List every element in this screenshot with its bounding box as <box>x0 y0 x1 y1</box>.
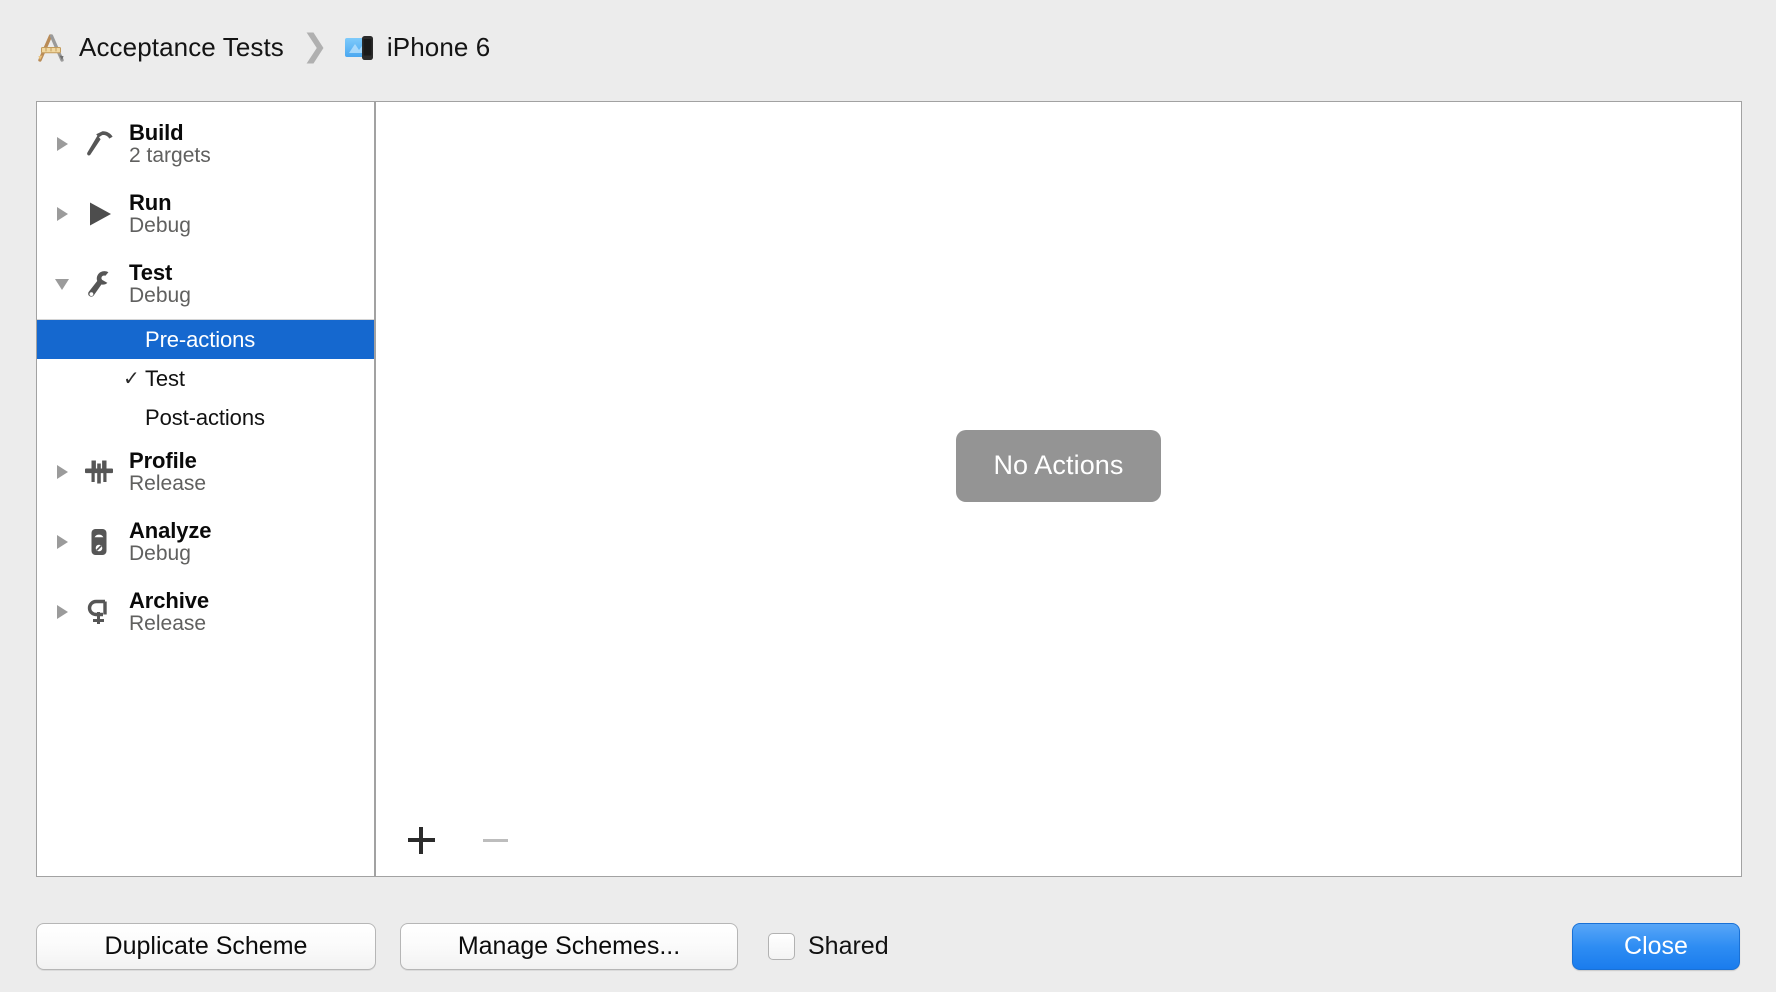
disclosure-triangle-run-icon[interactable] <box>51 207 73 221</box>
sidebar-group-test-title: Test <box>129 259 173 285</box>
sidebar-group-test[interactable]: Test Debug <box>37 249 374 319</box>
manage-schemes-button[interactable]: Manage Schemes... <box>400 922 738 970</box>
sidebar-group-profile-subtitle: Release <box>129 471 207 495</box>
breadcrumb-scheme[interactable]: Acceptance Tests <box>34 32 284 63</box>
shared-label: Shared <box>808 931 889 960</box>
caliper-icon <box>77 455 121 489</box>
scheme-icon <box>34 33 68 63</box>
shared-checkbox[interactable] <box>768 932 795 960</box>
sidebar-item-post-actions[interactable]: Post-actions <box>37 398 374 437</box>
sidebar-group-archive[interactable]: Archive Release <box>37 577 374 647</box>
plus-icon <box>407 826 435 854</box>
duplicate-scheme-button[interactable]: Duplicate Scheme <box>36 922 376 970</box>
clamp-icon <box>77 595 121 629</box>
actions-toolbar <box>376 804 1741 876</box>
disclosure-triangle-test-icon[interactable] <box>51 278 73 290</box>
minus-icon <box>482 838 508 842</box>
close-button[interactable]: Close <box>1572 922 1740 970</box>
sidebar-group-analyze-subtitle: Debug <box>129 541 191 565</box>
sidebar-group-build-title: Build <box>129 119 184 145</box>
sidebar-group-profile-text: Profile Release <box>129 447 207 495</box>
sidebar-group-run-title: Run <box>129 189 172 215</box>
actions-detail-pane: No Actions <box>376 102 1741 876</box>
sidebar-group-archive-text: Archive Release <box>129 587 210 635</box>
sidebar-group-build-subtitle: 2 targets <box>129 143 211 167</box>
sidebar-group-analyze-title: Analyze <box>129 517 212 543</box>
destination-name: iPhone 6 <box>386 32 491 62</box>
analyze-gauge-icon <box>77 525 121 559</box>
sidebar-group-archive-subtitle: Release <box>129 611 207 635</box>
sidebar-group-analyze[interactable]: Analyze Debug <box>37 507 374 577</box>
no-actions-pill: No Actions <box>956 430 1161 502</box>
sidebar-item-test[interactable]: ✓ Test <box>37 359 374 398</box>
sidebar-item-post-actions-label: Post-actions <box>145 404 265 430</box>
disclosure-triangle-profile-icon[interactable] <box>51 465 73 479</box>
sidebar-item-test-label: Test <box>145 365 185 391</box>
sidebar-group-test-subtitle: Debug <box>129 283 191 307</box>
shared-checkbox-group[interactable]: Shared <box>768 932 889 961</box>
sidebar-group-profile[interactable]: Profile Release <box>37 437 374 507</box>
sidebar-item-pre-actions-label: Pre-actions <box>145 326 256 352</box>
simulator-device-icon <box>344 33 376 63</box>
sidebar-group-profile-title: Profile <box>129 447 197 473</box>
footer-bar: Duplicate Scheme Manage Schemes... Share… <box>0 900 1776 992</box>
wrench-icon <box>77 267 121 301</box>
disclosure-triangle-build-icon[interactable] <box>51 137 73 151</box>
disclosure-triangle-archive-icon[interactable] <box>51 605 73 619</box>
breadcrumb: Acceptance Tests ❯ iPhone 6 <box>0 0 1776 95</box>
checkmark-icon: ✓ <box>123 367 140 390</box>
remove-action-button[interactable] <box>472 817 518 863</box>
breadcrumb-separator: ❯ <box>301 28 328 63</box>
breadcrumb-destination[interactable]: iPhone 6 <box>344 32 490 63</box>
sidebar-group-run-subtitle: Debug <box>129 213 191 237</box>
sidebar-group-analyze-text: Analyze Debug <box>129 517 212 565</box>
hammer-icon <box>77 127 121 161</box>
sidebar-group-build[interactable]: Build 2 targets <box>37 109 374 179</box>
sidebar-group-build-text: Build 2 targets <box>129 119 211 167</box>
actions-sidebar: Build 2 targets Run Debug Test Debug Pre… <box>37 102 376 876</box>
scheme-name: Acceptance Tests <box>79 32 284 62</box>
sidebar-group-run-text: Run Debug <box>129 189 191 237</box>
empty-state: No Actions <box>376 102 1741 830</box>
scheme-editor-panel: Build 2 targets Run Debug Test Debug Pre… <box>36 101 1742 877</box>
add-action-button[interactable] <box>398 817 444 863</box>
sidebar-item-pre-actions[interactable]: Pre-actions <box>37 320 374 359</box>
sidebar-group-run[interactable]: Run Debug <box>37 179 374 249</box>
sidebar-group-archive-title: Archive <box>129 587 210 613</box>
play-triangle-icon <box>77 197 121 231</box>
sidebar-group-test-text: Test Debug <box>129 259 191 307</box>
disclosure-triangle-analyze-icon[interactable] <box>51 535 73 549</box>
